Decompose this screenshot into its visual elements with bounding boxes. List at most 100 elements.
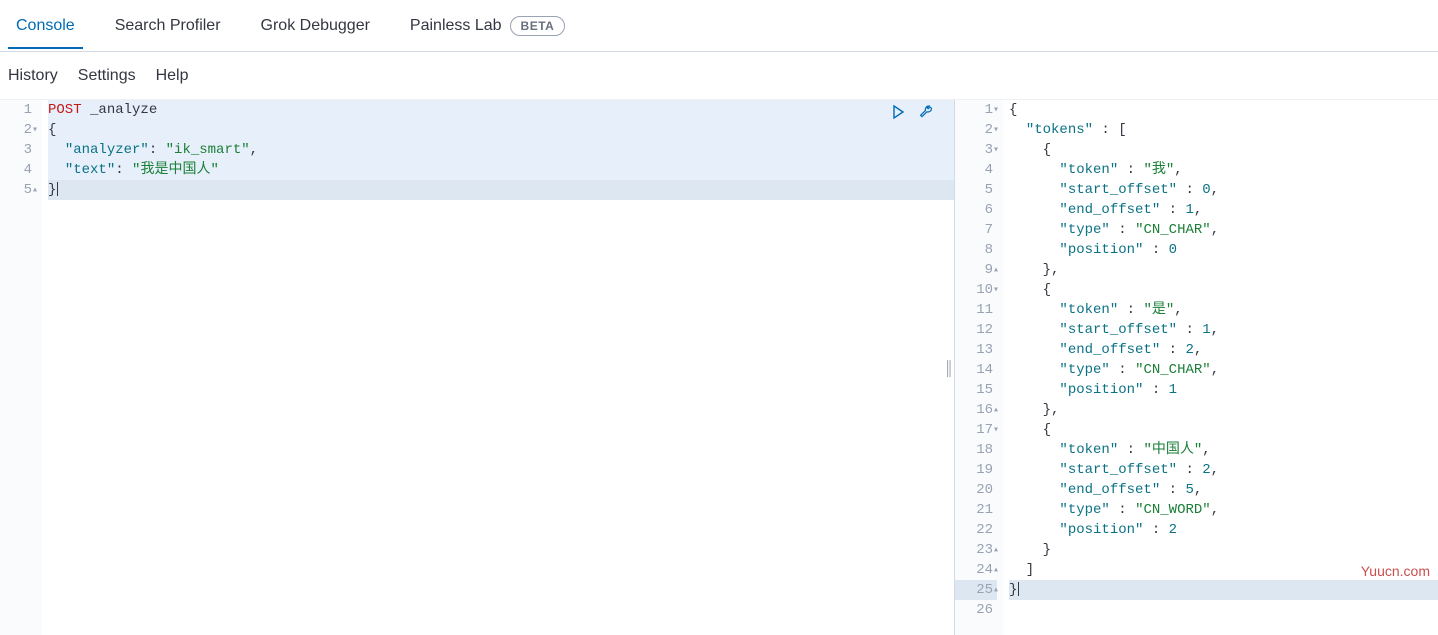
- code-line: POST _analyze: [48, 100, 954, 120]
- code-line: "type" : "CN_CHAR",: [1009, 220, 1438, 240]
- line-number: 2▾: [0, 120, 36, 140]
- fold-icon[interactable]: ▾: [989, 281, 999, 301]
- code-line: "end_offset" : 1,: [1009, 200, 1438, 220]
- line-number: 23▴: [955, 540, 997, 560]
- line-number: 22: [955, 520, 997, 540]
- run-button[interactable]: [888, 102, 908, 122]
- line-number: 20: [955, 480, 997, 500]
- code-line: "type" : "CN_CHAR",: [1009, 360, 1438, 380]
- code-line: }: [1009, 580, 1438, 600]
- line-number: 21: [955, 500, 997, 520]
- play-icon: [890, 104, 906, 120]
- code-line: }: [48, 180, 954, 200]
- main-tabs: Console Search Profiler Grok Debugger Pa…: [0, 0, 1438, 52]
- line-number: 10▾: [955, 280, 997, 300]
- text-cursor: [1018, 582, 1019, 596]
- request-pane: 12▾345▴ POST _analyze{ "analyzer": "ik_s…: [0, 100, 954, 635]
- code-line: "type" : "CN_WORD",: [1009, 500, 1438, 520]
- line-number: 2▾: [955, 120, 997, 140]
- code-line: "token" : "中国人",: [1009, 440, 1438, 460]
- code-line: "start_offset" : 2,: [1009, 460, 1438, 480]
- code-line: },: [1009, 400, 1438, 420]
- code-line: "end_offset" : 5,: [1009, 480, 1438, 500]
- line-number: 3▾: [955, 140, 997, 160]
- line-number: 4: [0, 160, 36, 180]
- fold-icon[interactable]: ▾: [989, 421, 999, 441]
- tab-console[interactable]: Console: [8, 3, 83, 49]
- code-line: {: [1009, 140, 1438, 160]
- fold-icon[interactable]: ▴: [989, 581, 999, 601]
- line-number: 7: [955, 220, 997, 240]
- beta-badge: BETA: [510, 16, 566, 36]
- line-number: 16▴: [955, 400, 997, 420]
- options-button[interactable]: [916, 102, 936, 122]
- request-code[interactable]: POST _analyze{ "analyzer": "ik_smart", "…: [42, 100, 954, 635]
- code-line: "token" : "是",: [1009, 300, 1438, 320]
- line-number: 1: [0, 100, 36, 120]
- code-line: {: [1009, 420, 1438, 440]
- fold-icon[interactable]: ▴: [989, 401, 999, 421]
- tab-painless-lab[interactable]: Painless Lab BETA: [402, 2, 573, 50]
- fold-icon[interactable]: ▴: [989, 561, 999, 581]
- line-number: 9▴: [955, 260, 997, 280]
- line-number: 3: [0, 140, 36, 160]
- subtab-history[interactable]: History: [8, 63, 58, 89]
- code-line: "position" : 0: [1009, 240, 1438, 260]
- line-number: 26: [955, 600, 997, 620]
- request-editor[interactable]: 12▾345▴ POST _analyze{ "analyzer": "ik_s…: [0, 100, 954, 635]
- console-subtabs: History Settings Help: [0, 52, 1438, 100]
- fold-icon[interactable]: ▾: [989, 141, 999, 161]
- response-editor[interactable]: 1▾2▾3▾456789▴10▾111213141516▴17▾18192021…: [955, 100, 1438, 635]
- code-line: "position" : 2: [1009, 520, 1438, 540]
- code-line: }: [1009, 540, 1438, 560]
- line-number: 8: [955, 240, 997, 260]
- code-line: },: [1009, 260, 1438, 280]
- code-line: "tokens" : [: [1009, 120, 1438, 140]
- line-number: 4: [955, 160, 997, 180]
- code-line: "start_offset" : 0,: [1009, 180, 1438, 200]
- line-number: 13: [955, 340, 997, 360]
- tab-label: Grok Debugger: [261, 17, 370, 35]
- tab-label: Console: [16, 17, 75, 35]
- line-number: 25▴: [955, 580, 997, 600]
- line-number: 24▴: [955, 560, 997, 580]
- tab-label: Painless Lab: [410, 17, 502, 35]
- response-gutter: 1▾2▾3▾456789▴10▾111213141516▴17▾18192021…: [955, 100, 1003, 635]
- tab-search-profiler[interactable]: Search Profiler: [107, 3, 229, 49]
- fold-icon[interactable]: ▾: [28, 121, 38, 141]
- code-line: "text": "我是中国人": [48, 160, 954, 180]
- code-line: {: [48, 120, 954, 140]
- line-number: 12: [955, 320, 997, 340]
- text-cursor: [57, 182, 58, 196]
- code-line: {: [1009, 100, 1438, 120]
- request-gutter: 12▾345▴: [0, 100, 42, 635]
- line-number: 18: [955, 440, 997, 460]
- code-line: [1009, 600, 1438, 620]
- line-number: 5: [955, 180, 997, 200]
- code-line: "position" : 1: [1009, 380, 1438, 400]
- response-code: { "tokens" : [ { "token" : "我", "start_o…: [1003, 100, 1438, 635]
- request-actions: [888, 102, 936, 122]
- line-number: 19: [955, 460, 997, 480]
- code-line: {: [1009, 280, 1438, 300]
- fold-icon[interactable]: ▴: [28, 181, 38, 201]
- fold-icon[interactable]: ▴: [989, 261, 999, 281]
- fold-icon[interactable]: ▴: [989, 541, 999, 561]
- editor-panes: 12▾345▴ POST _analyze{ "analyzer": "ik_s…: [0, 100, 1438, 635]
- code-line: "token" : "我",: [1009, 160, 1438, 180]
- line-number: 5▴: [0, 180, 36, 200]
- line-number: 6: [955, 200, 997, 220]
- code-line: "end_offset" : 2,: [1009, 340, 1438, 360]
- splitter-handle[interactable]: ║: [944, 360, 954, 376]
- subtab-help[interactable]: Help: [156, 63, 189, 89]
- line-number: 11: [955, 300, 997, 320]
- line-number: 15: [955, 380, 997, 400]
- tab-grok-debugger[interactable]: Grok Debugger: [253, 3, 378, 49]
- code-line: "analyzer": "ik_smart",: [48, 140, 954, 160]
- watermark: Yuucn.com: [1361, 563, 1430, 579]
- subtab-settings[interactable]: Settings: [78, 63, 136, 89]
- tab-label: Search Profiler: [115, 17, 221, 35]
- fold-icon[interactable]: ▾: [989, 121, 999, 141]
- code-line: "start_offset" : 1,: [1009, 320, 1438, 340]
- fold-icon[interactable]: ▾: [989, 101, 999, 121]
